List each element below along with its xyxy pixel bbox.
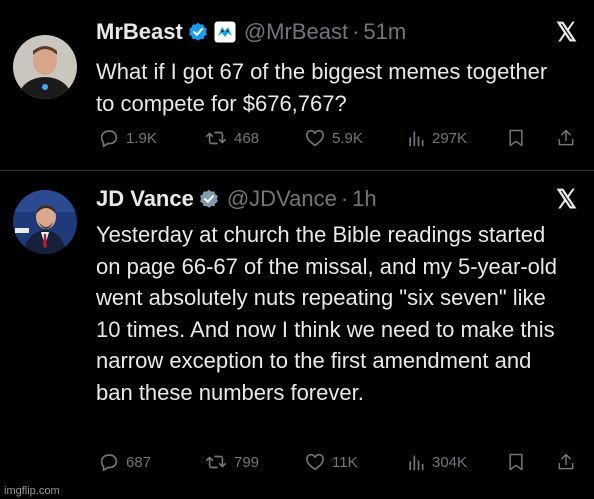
x-logo-icon: 𝕏 <box>556 184 577 214</box>
separator-dot: · <box>352 19 360 44</box>
share-icon <box>558 453 574 470</box>
share-button[interactable] <box>556 127 576 149</box>
x-logo-icon: 𝕏 <box>556 17 577 47</box>
share-icon <box>558 129 574 146</box>
reply-icon <box>100 130 118 148</box>
timestamp[interactable]: 1h <box>352 186 376 212</box>
tweet-mrbeast[interactable]: MrBeast @MrBeast · 51m 𝕏 What if I got 6… <box>0 0 594 170</box>
like-button[interactable]: 11K <box>304 451 358 473</box>
verified-badge-icon <box>188 22 208 42</box>
bookmark-button[interactable] <box>506 127 526 149</box>
tweet-text: What if I got 67 of the biggest memes to… <box>96 59 548 116</box>
repost-count: 799 <box>234 453 260 471</box>
username-handle[interactable]: @MrBeast <box>244 19 348 45</box>
tweet-header: JD Vance @JDVance · 1h <box>96 186 377 212</box>
like-button[interactable]: 5.9K <box>304 127 363 149</box>
verified-badge-icon <box>199 189 219 209</box>
tweet-divider <box>0 170 594 171</box>
views-chart-icon <box>409 131 424 147</box>
display-name[interactable]: JD Vance <box>96 186 194 212</box>
heart-icon <box>305 453 325 471</box>
bookmark-icon <box>509 453 523 471</box>
username-handle[interactable]: @JDVance <box>227 186 337 212</box>
reply-count: 687 <box>126 453 152 471</box>
separator-dot: · <box>340 186 349 211</box>
share-button[interactable] <box>556 451 576 473</box>
like-count: 11K <box>332 453 358 471</box>
views-button[interactable]: 297K <box>406 127 467 149</box>
tweet-jdvance[interactable]: JD Vance @JDVance · 1h 𝕏 Yesterday at ch… <box>0 172 594 499</box>
tweet-actions: 687 799 11K 304K <box>98 451 578 481</box>
reply-button[interactable]: 687 <box>98 451 151 473</box>
bookmark-icon <box>509 129 523 147</box>
heart-icon <box>305 129 325 147</box>
tweet-actions: 1.9K 468 5.9K 297K <box>98 127 578 157</box>
bookmark-button[interactable] <box>506 451 526 473</box>
display-name[interactable]: MrBeast <box>96 19 183 45</box>
reply-icon <box>100 454 118 472</box>
views-button[interactable]: 304K <box>406 451 467 473</box>
reply-count: 1.9K <box>126 129 157 147</box>
avatar[interactable] <box>13 35 77 99</box>
tweet-text: Yesterday at church the Bible readings s… <box>96 222 558 405</box>
repost-icon <box>206 455 226 469</box>
repost-button[interactable]: 799 <box>204 451 259 473</box>
tweet-header: MrBeast @MrBeast · 51m <box>96 19 406 45</box>
repost-button[interactable]: 468 <box>204 127 259 149</box>
repost-icon <box>206 131 226 145</box>
reply-button[interactable]: 1.9K <box>98 127 157 149</box>
affiliate-logo-icon[interactable] <box>214 21 236 43</box>
view-count: 304K <box>432 453 468 471</box>
views-chart-icon <box>409 455 424 471</box>
view-count: 297K <box>432 129 468 147</box>
repost-count: 468 <box>234 129 260 147</box>
imgflip-watermark: imgflip.com <box>4 485 60 497</box>
timestamp[interactable]: 51m <box>363 19 406 45</box>
like-count: 5.9K <box>332 129 363 147</box>
avatar[interactable] <box>13 190 77 254</box>
